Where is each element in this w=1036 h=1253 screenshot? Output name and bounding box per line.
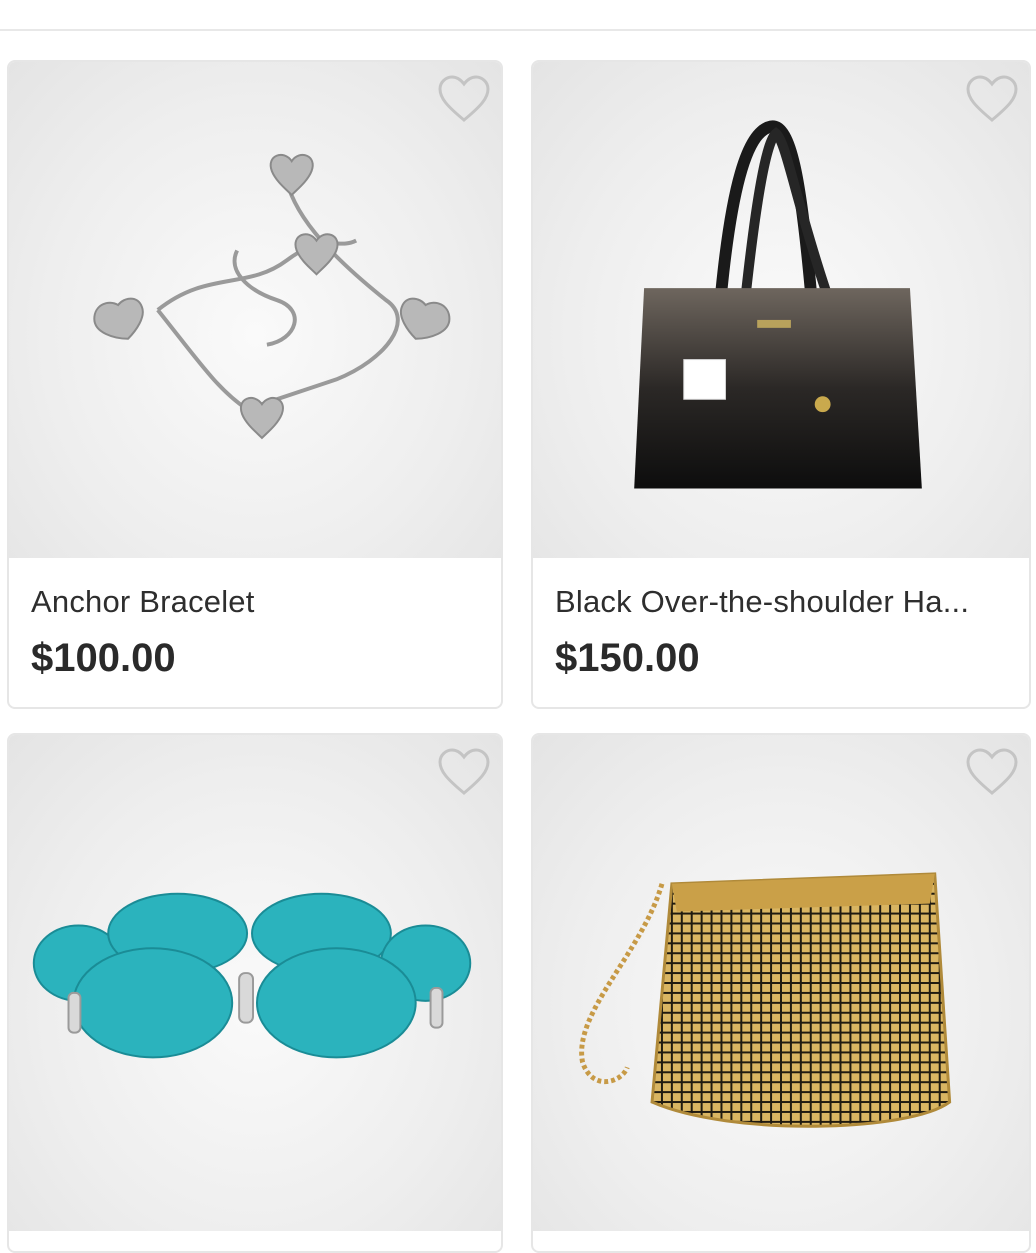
product-image[interactable] (9, 735, 501, 1231)
product-price: $150.00 (555, 636, 700, 680)
product-card-turquoise-bracelet[interactable] (7, 733, 503, 1253)
product-card-anchor-bracelet[interactable]: Anchor Bracelet $100.00 (7, 60, 503, 709)
product-card-black-handbag[interactable]: Black Over-the-shoulder Ha... $150.00 (531, 60, 1031, 709)
product-card-gold-purse[interactable] (531, 733, 1031, 1253)
bracelet-image (93, 153, 451, 440)
product-image[interactable] (533, 735, 1029, 1231)
turquoise-bracelet-image (32, 892, 472, 1059)
heart-outline-icon[interactable] (965, 747, 1019, 797)
heart-outline-icon[interactable] (437, 74, 491, 124)
product-info: Anchor Bracelet $100.00 (9, 558, 501, 682)
product-price: $100.00 (31, 636, 176, 680)
handbag-image (634, 120, 922, 489)
product-title[interactable]: Anchor Bracelet (31, 582, 479, 622)
top-bar (0, 0, 1036, 31)
product-image[interactable] (533, 62, 1029, 558)
heart-outline-icon[interactable] (437, 747, 491, 797)
product-info: Black Over-the-shoulder Ha... $150.00 (533, 558, 1029, 682)
heart-outline-icon[interactable] (965, 74, 1019, 124)
product-title[interactable]: Black Over-the-shoulder Ha... (555, 582, 1007, 622)
product-image[interactable] (9, 62, 501, 558)
gold-purse-image (579, 872, 952, 1128)
